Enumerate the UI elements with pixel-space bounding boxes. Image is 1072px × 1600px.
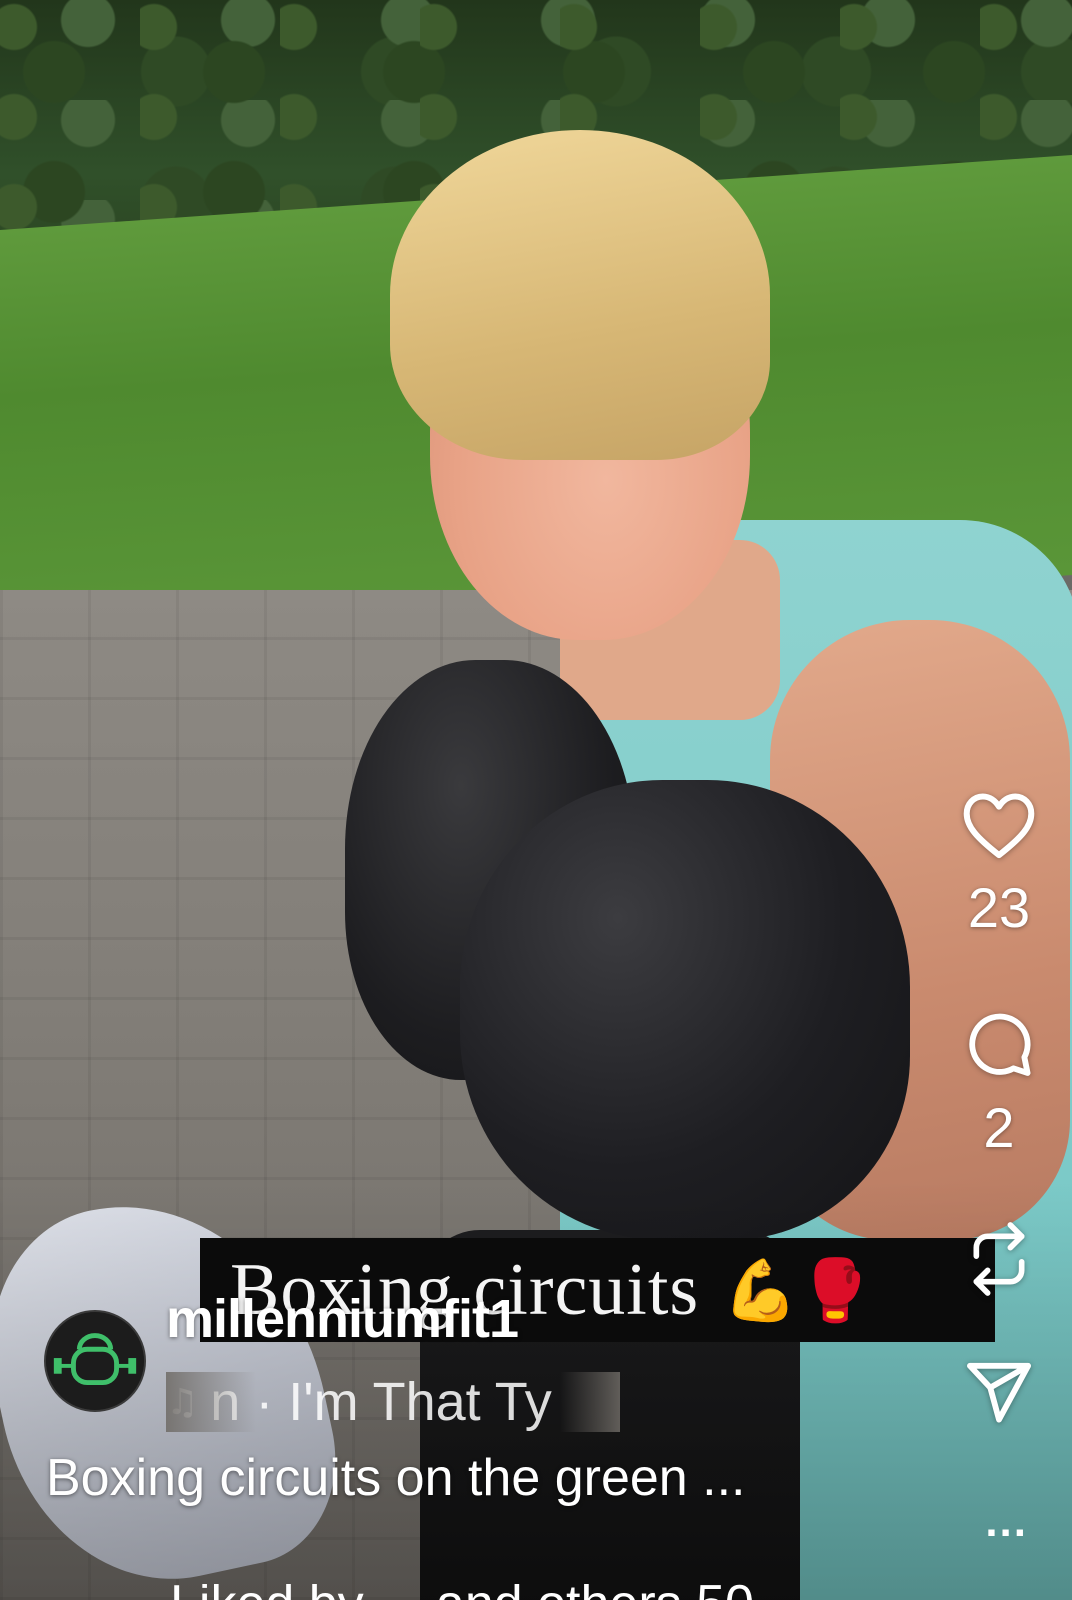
millennium-fit-logo-icon xyxy=(46,1312,144,1410)
comment-count: 2 xyxy=(983,1096,1015,1159)
comment-icon[interactable] xyxy=(964,1010,1034,1080)
liked-by-text: Liked by ... and others 50 xyxy=(170,1584,754,1600)
account-username[interactable]: millenniumfit1 xyxy=(166,1288,519,1350)
remix-action[interactable] xyxy=(944,1222,1054,1296)
action-rail: 23 2 xyxy=(944,790,1054,1424)
share-action[interactable] xyxy=(944,1360,1054,1424)
caption-sticker-emoji: 💪🥊 xyxy=(723,1255,873,1326)
audio-title: n · I'm That Ty xyxy=(210,1372,552,1432)
avatar[interactable] xyxy=(44,1310,146,1412)
liked-by-line[interactable]: Liked by ... and others 50 xyxy=(170,1584,820,1600)
like-action[interactable]: 23 xyxy=(944,790,1054,936)
post-description[interactable]: Boxing circuits on the green ... xyxy=(46,1448,746,1508)
more-icon[interactable]: ... xyxy=(985,1500,1028,1544)
boxing-glove-right xyxy=(460,780,910,1240)
comment-action[interactable]: 2 xyxy=(944,1010,1054,1156)
person-hair xyxy=(390,130,770,460)
reel-video[interactable] xyxy=(0,0,1072,1600)
audio-fade-left xyxy=(166,1372,256,1432)
like-count: 23 xyxy=(967,876,1031,939)
send-icon[interactable] xyxy=(963,1360,1035,1424)
heart-icon[interactable] xyxy=(961,790,1037,860)
audio-fade-right xyxy=(560,1372,620,1432)
remix-icon[interactable] xyxy=(965,1222,1033,1296)
